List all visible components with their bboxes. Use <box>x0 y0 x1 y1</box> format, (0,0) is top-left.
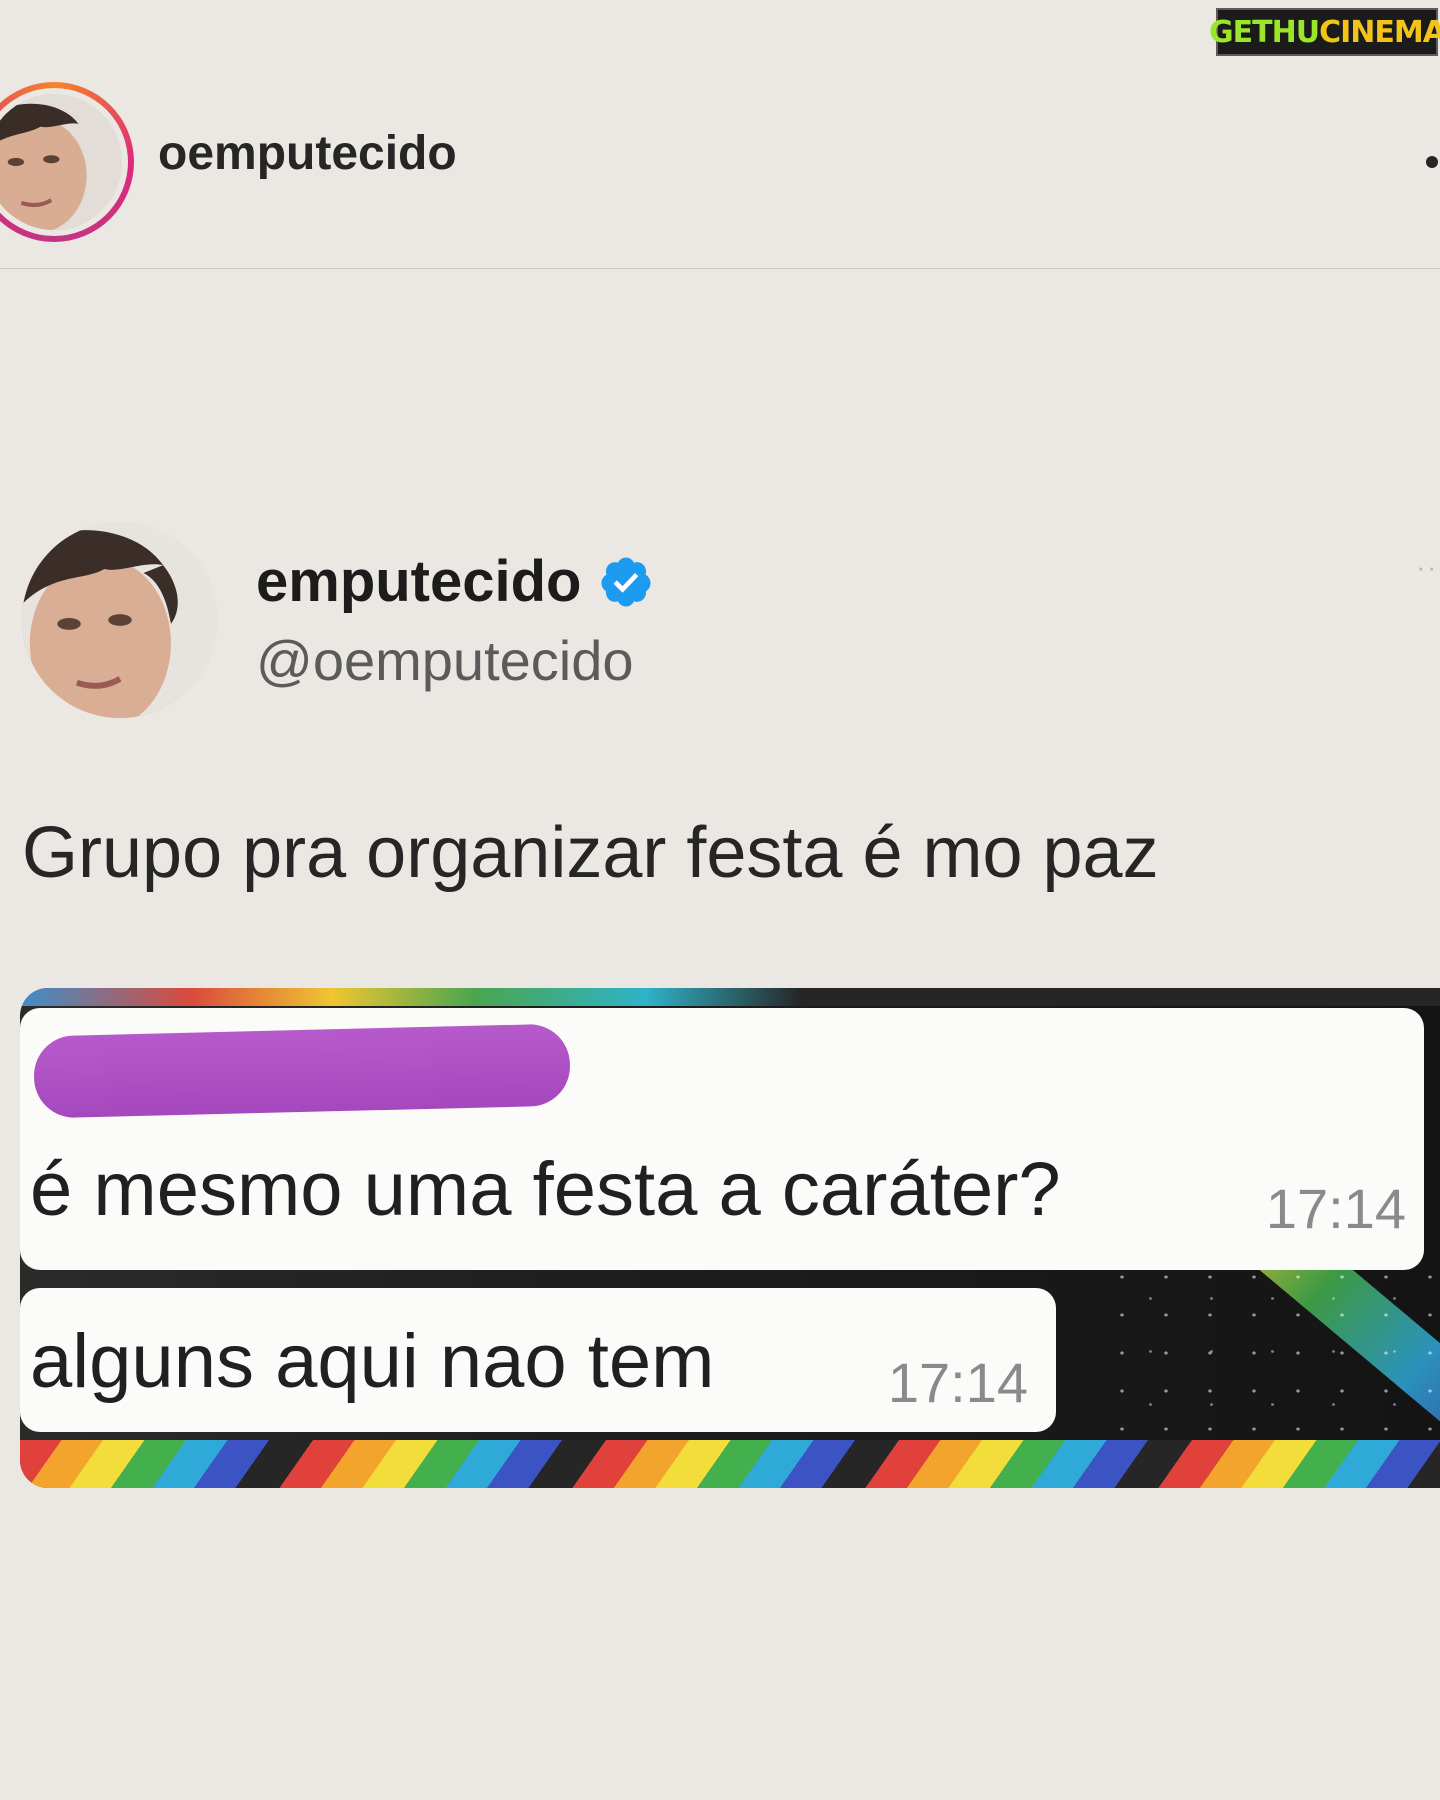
message-text: é mesmo uma festa a caráter? <box>30 1147 1061 1232</box>
avatar-portrait-icon <box>22 522 218 718</box>
tweet-handle[interactable]: @oemputecido <box>256 628 634 693</box>
verified-badge-icon <box>600 557 650 606</box>
watermark-text-part2: CINEMA <box>1319 14 1440 50</box>
story-ring[interactable] <box>0 82 134 242</box>
chat-screenshot: é mesmo uma festa a caráter? 17:14 algun… <box>20 988 1440 1488</box>
watermark-text-part1: GETHU <box>1209 14 1320 50</box>
watermark-logo: GETHU CINEMA <box>1209 8 1440 56</box>
message-text: alguns aqui nao tem <box>30 1319 715 1404</box>
wallpaper-stripe-bottom <box>20 1440 1440 1488</box>
tweet-text: Grupo pra organizar festa é mo paz <box>22 813 1159 893</box>
tweet-display-name[interactable]: emputecido <box>256 548 654 615</box>
message-time: 17:14 <box>887 1351 1028 1414</box>
tweet-avatar[interactable] <box>22 522 218 718</box>
display-name-text: emputecido <box>256 549 582 614</box>
wallpaper-stripe-top <box>20 988 1440 1006</box>
post-header: oemputecido <box>0 72 1440 269</box>
more-dot-icon[interactable] <box>1426 156 1438 168</box>
wallpaper-stars <box>1100 1258 1440 1458</box>
sender-name-redaction <box>33 1023 571 1119</box>
message-bubble: é mesmo uma festa a caráter? 17:14 <box>20 1008 1424 1270</box>
message-bubble: alguns aqui nao tem 17:14 <box>20 1288 1056 1432</box>
post-username[interactable]: oemputecido <box>158 126 457 181</box>
message-time: 17:14 <box>1265 1177 1406 1240</box>
tweet-more-icon[interactable]: ·· <box>1417 552 1438 583</box>
